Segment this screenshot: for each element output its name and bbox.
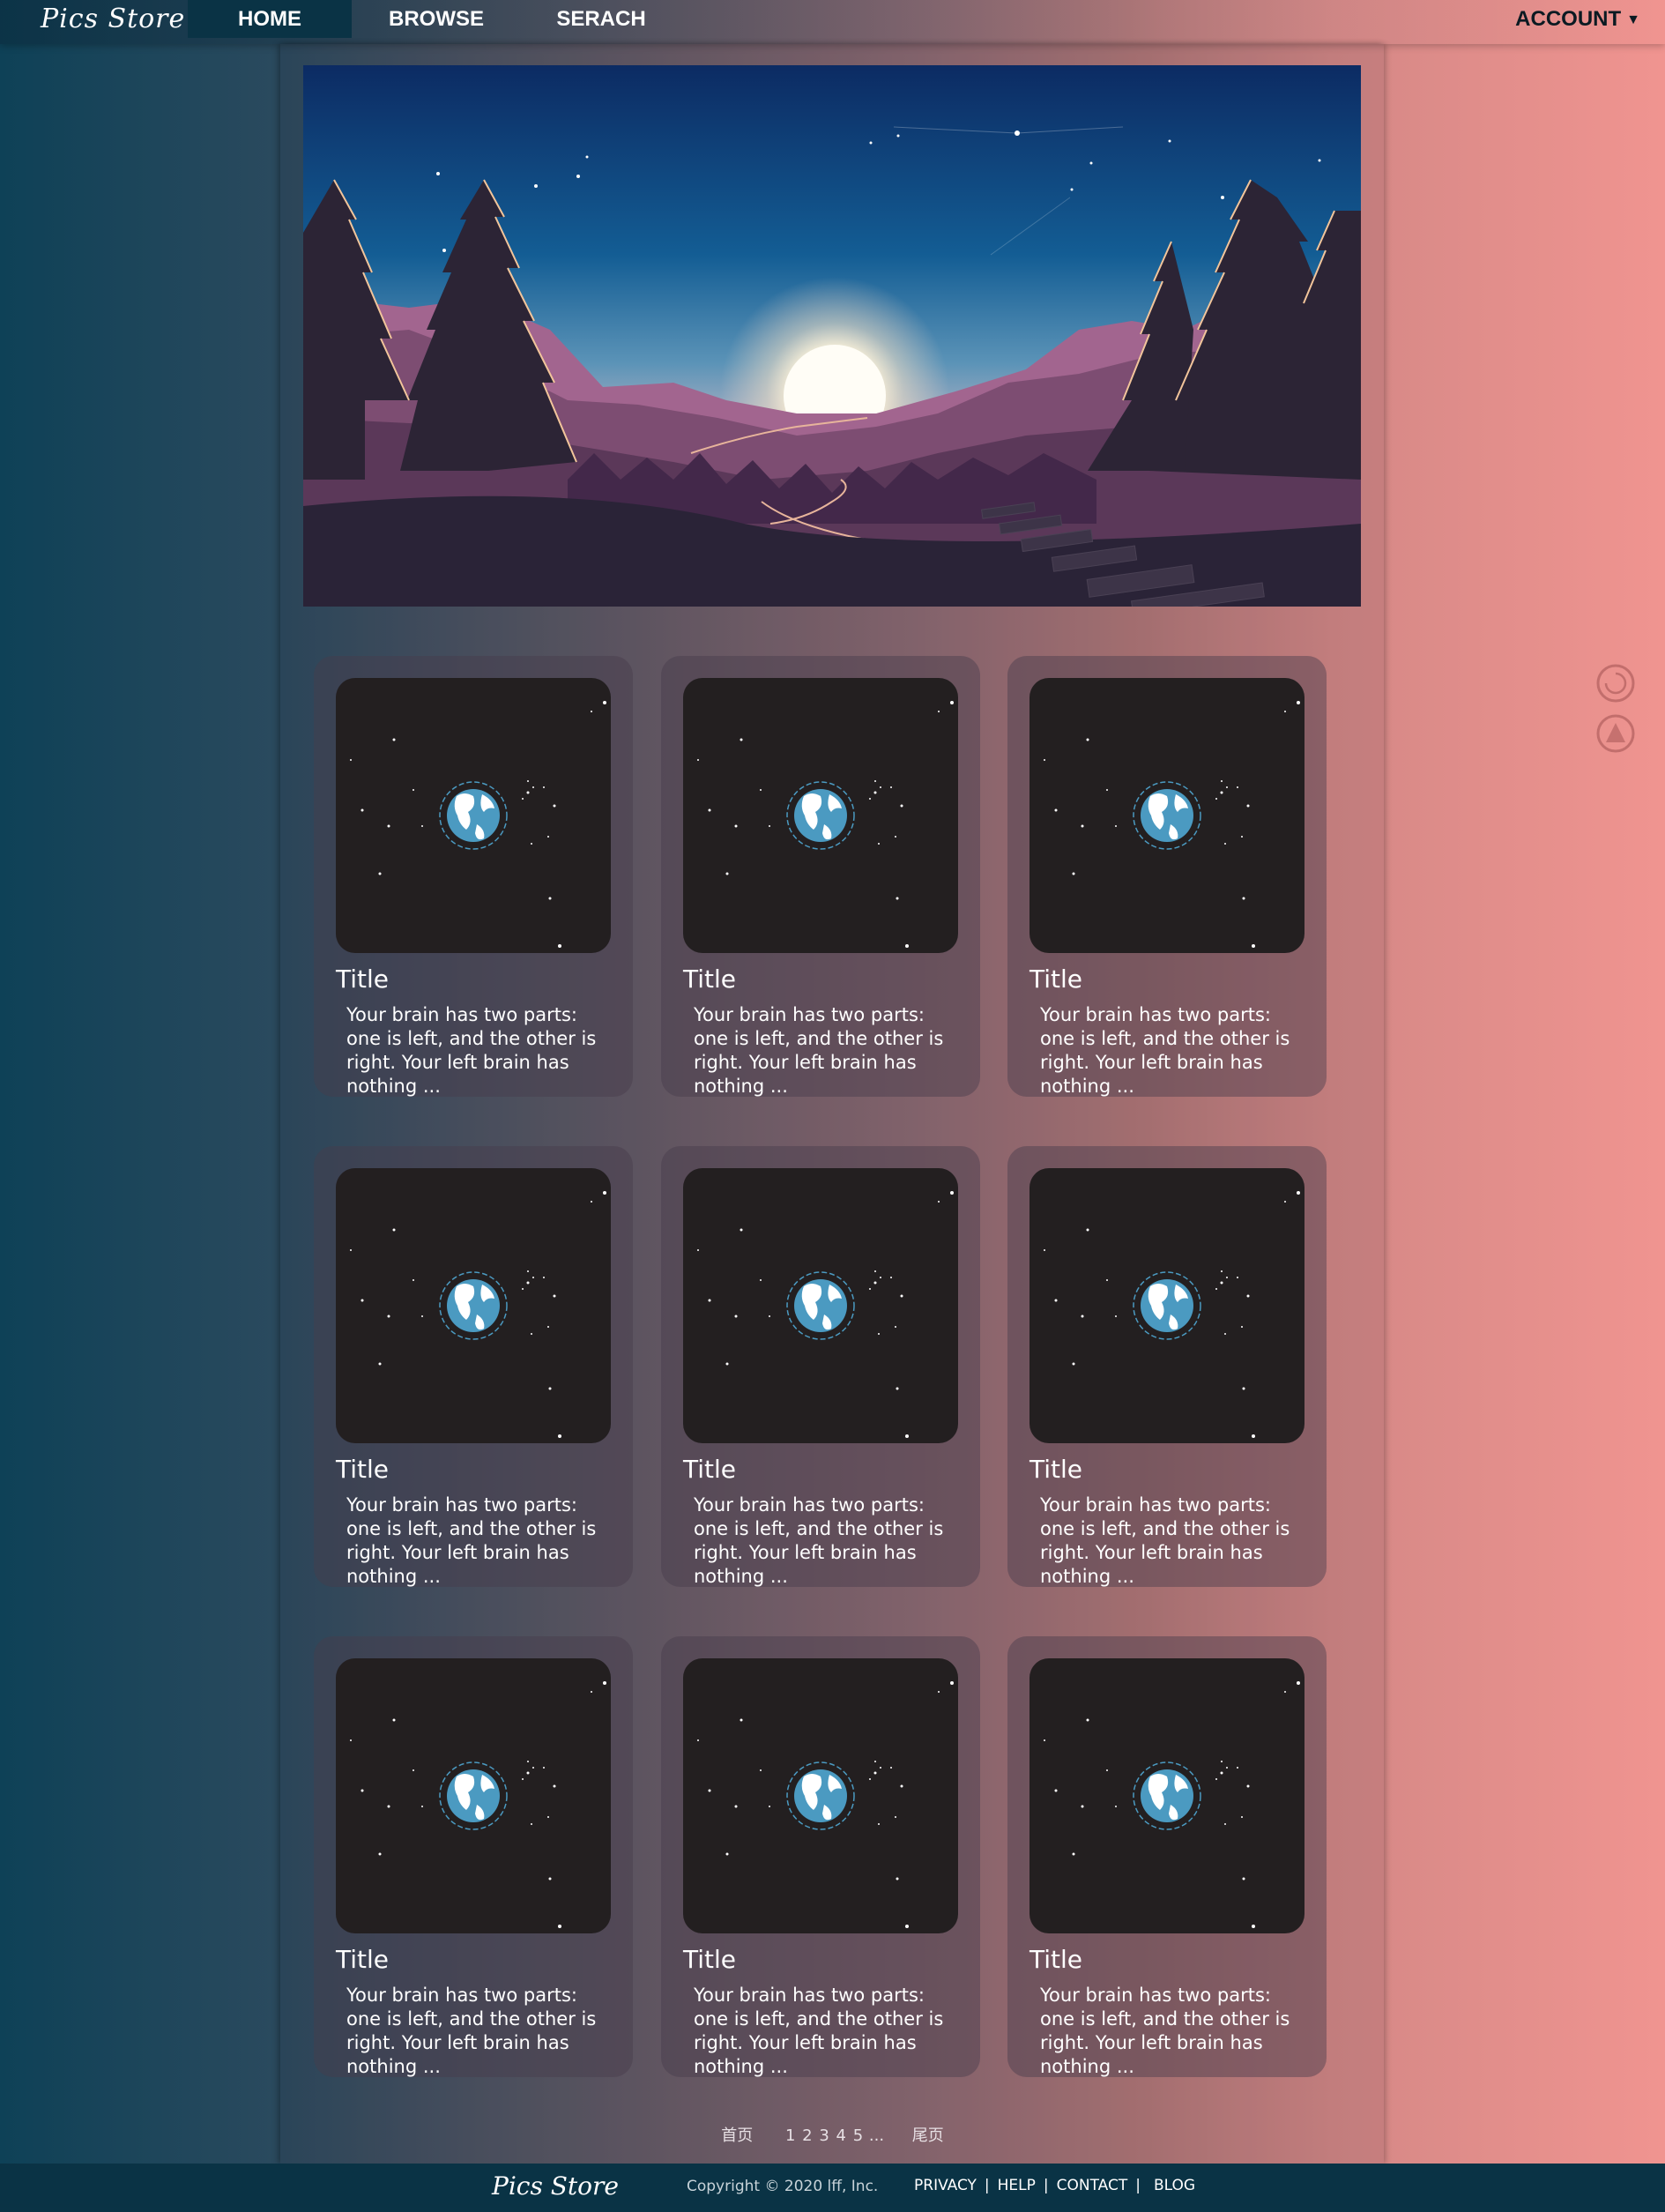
pagination-page-4[interactable]: 4: [836, 2126, 846, 2145]
pagination-page-3[interactable]: 3: [819, 2126, 829, 2145]
footer-divider: |: [1043, 2177, 1049, 2194]
image-card[interactable]: Title Your brain has two parts: one is le…: [314, 1636, 633, 2077]
card-image-earth-in-space[interactable]: [336, 1658, 611, 1933]
globe-icon: [1044, 701, 1300, 948]
card-title[interactable]: Title: [1029, 1945, 1082, 1974]
image-card[interactable]: Title Your brain has two parts: one is le…: [1007, 656, 1327, 1097]
footer: Pics Store Copyright © 2020 lff, Inc. PR…: [0, 2164, 1665, 2212]
card-image-earth-in-space[interactable]: [683, 1168, 958, 1443]
footer-link-help[interactable]: HELP: [998, 2177, 1036, 2194]
nav-home[interactable]: HOME: [188, 0, 352, 38]
globe-icon: [350, 1681, 606, 1928]
image-card[interactable]: Title Your brain has two parts: one is le…: [661, 1146, 980, 1587]
card-image-earth-in-space[interactable]: [683, 1658, 958, 1933]
footer-divider: |: [1135, 2177, 1141, 2194]
site-logo[interactable]: Pics Store: [41, 2, 185, 37]
card-title[interactable]: Title: [683, 1945, 736, 1974]
card-description: Your brain has two parts: one is left, a…: [1040, 1985, 1290, 2077]
pagination-page-1[interactable]: 1: [785, 2126, 795, 2145]
card-image-earth-in-space[interactable]: [683, 678, 958, 953]
card-title[interactable]: Title: [336, 964, 389, 994]
globe-icon: [1044, 1191, 1300, 1438]
footer-logo[interactable]: Pics Store: [492, 2169, 619, 2204]
card-description: Your brain has two parts: one is left, a…: [1040, 1494, 1290, 1587]
image-card[interactable]: Title Your brain has two parts: one is le…: [1007, 1636, 1327, 2077]
top-navbar: Pics Store HOME BROWSE SERACH ACCOUNT ▼: [0, 0, 1665, 44]
pagination-page-5[interactable]: 5: [853, 2126, 863, 2145]
card-image-earth-in-space[interactable]: [1029, 1658, 1304, 1933]
hero-banner: [303, 65, 1361, 607]
footer-divider: |: [984, 2177, 990, 2194]
card-title[interactable]: Title: [1029, 1455, 1082, 1484]
globe-icon: [697, 701, 954, 948]
footer-link-privacy[interactable]: PRIVACY: [914, 2177, 977, 2194]
image-card[interactable]: Title Your brain has two parts: one is le…: [314, 656, 633, 1097]
card-title[interactable]: Title: [683, 1455, 736, 1484]
globe-icon: [697, 1681, 954, 1928]
account-label: ACCOUNT: [1515, 7, 1622, 31]
card-image-earth-in-space[interactable]: [336, 678, 611, 953]
nav-account[interactable]: ACCOUNT ▼: [1515, 0, 1640, 38]
card-image-earth-in-space[interactable]: [1029, 678, 1304, 953]
nav-browse[interactable]: BROWSE: [370, 0, 502, 38]
pagination-page-2[interactable]: 2: [802, 2126, 812, 2145]
card-description: Your brain has two parts: one is left, a…: [346, 1494, 597, 1587]
card-title[interactable]: Title: [1029, 964, 1082, 994]
image-card[interactable]: Title Your brain has two parts: one is le…: [661, 1636, 980, 2077]
card-image-earth-in-space[interactable]: [1029, 1168, 1304, 1443]
globe-icon: [697, 1191, 954, 1438]
nav-search[interactable]: SERACH: [539, 0, 663, 38]
card-description: Your brain has two parts: one is left, a…: [1040, 1004, 1290, 1097]
globe-icon: [350, 1191, 606, 1438]
footer-link-contact[interactable]: CONTACT: [1057, 2177, 1128, 2194]
card-description: Your brain has two parts: one is left, a…: [346, 1004, 597, 1097]
pagination-last[interactable]: 尾页: [912, 2123, 944, 2146]
image-card[interactable]: Title Your brain has two parts: one is le…: [314, 1146, 633, 1587]
caret-down-icon: ▼: [1626, 12, 1640, 28]
hero-landscape-illustration: [303, 65, 1361, 607]
card-title[interactable]: Title: [683, 964, 736, 994]
card-image-earth-in-space[interactable]: [336, 1168, 611, 1443]
pagination-ellipsis: ...: [868, 2126, 885, 2145]
pagination: 首页 1 2 3 4 5 ... 尾页: [0, 2123, 1665, 2146]
card-title[interactable]: Title: [336, 1455, 389, 1484]
pagination-first[interactable]: 首页: [721, 2123, 753, 2146]
copyright-text: Copyright © 2020 lff, Inc.: [687, 2178, 879, 2195]
scroll-top-icon[interactable]: [1596, 714, 1635, 753]
footer-links: PRIVACY | HELP | CONTACT | BLOG: [914, 2177, 1195, 2194]
globe-icon: [1044, 1681, 1300, 1928]
image-card[interactable]: Title Your brain has two parts: one is le…: [1007, 1146, 1327, 1587]
card-description: Your brain has two parts: one is left, a…: [694, 1985, 944, 2077]
card-description: Your brain has two parts: one is left, a…: [346, 1985, 597, 2077]
footer-link-blog[interactable]: BLOG: [1154, 2177, 1195, 2194]
card-description: Your brain has two parts: one is left, a…: [694, 1494, 944, 1587]
refresh-icon[interactable]: [1596, 664, 1635, 703]
globe-icon: [350, 701, 606, 948]
image-card[interactable]: Title Your brain has two parts: one is le…: [661, 656, 980, 1097]
card-title[interactable]: Title: [336, 1945, 389, 1974]
card-description: Your brain has two parts: one is left, a…: [694, 1004, 944, 1097]
